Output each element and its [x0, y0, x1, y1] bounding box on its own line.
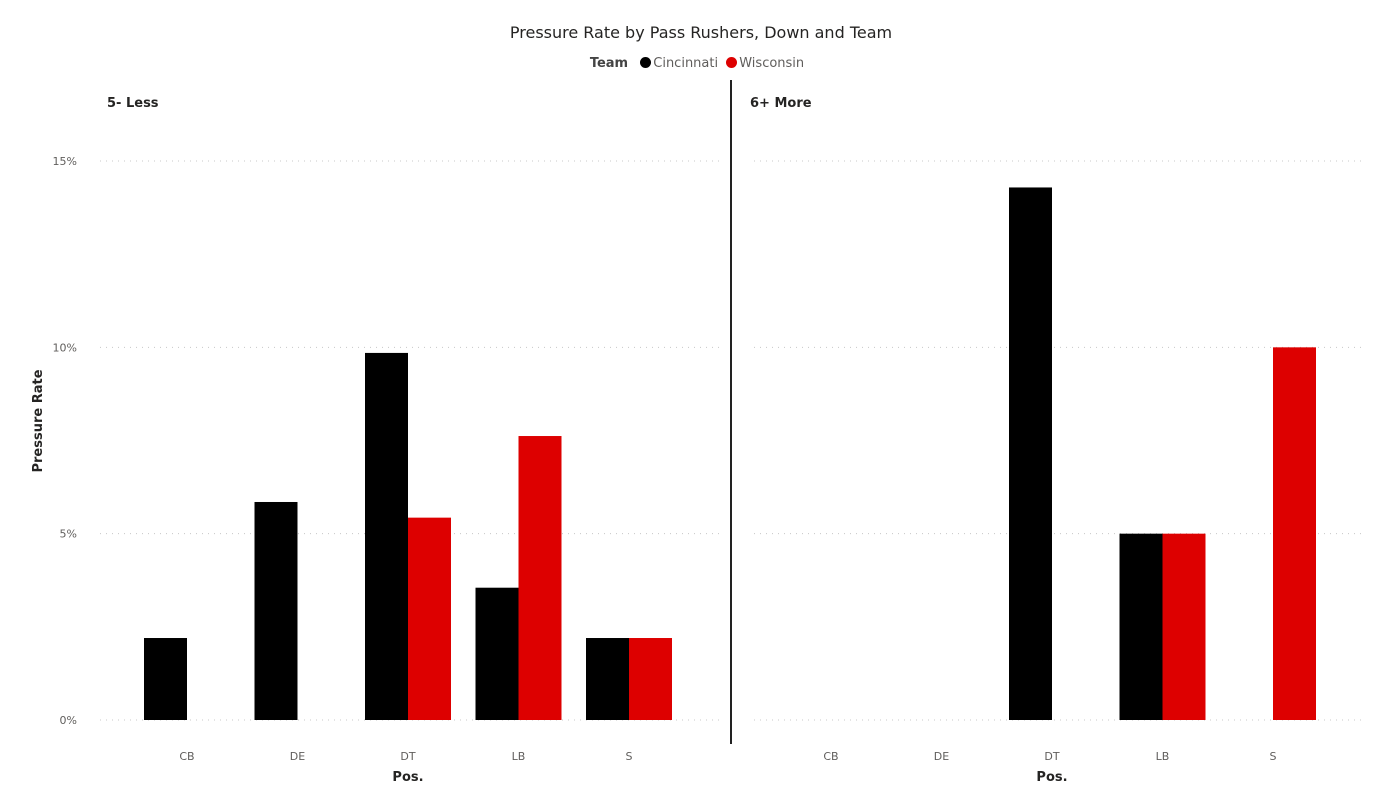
bar-cincinnati-s[interactable] [586, 638, 629, 720]
bar-cincinnati-dt[interactable] [1009, 187, 1052, 720]
x-axis-title: Pos. [1036, 770, 1067, 785]
y-tick-label: 5% [60, 528, 77, 541]
bar-wisconsin-s[interactable] [629, 638, 672, 720]
bar-wisconsin-lb[interactable] [1162, 533, 1206, 720]
bar-cincinnati-lb[interactable] [1119, 533, 1163, 720]
y-tick-label: 15% [53, 155, 77, 168]
x-tick-label: LB [1156, 750, 1170, 763]
y-tick-label: 0% [60, 714, 77, 727]
bar-cincinnati-de[interactable] [254, 501, 298, 720]
bar-wisconsin-s[interactable] [1273, 347, 1316, 720]
x-tick-label: DT [400, 750, 415, 763]
bar-cincinnati-dt[interactable] [365, 352, 408, 720]
y-tick-label: 10% [53, 341, 77, 354]
x-tick-label: CB [823, 750, 838, 763]
bar-wisconsin-dt[interactable] [408, 517, 451, 720]
bar-cincinnati-lb[interactable] [475, 587, 519, 720]
x-tick-label: DE [934, 750, 949, 763]
y-axis-title: Pressure Rate [31, 369, 46, 472]
bar-cincinnati-cb[interactable] [144, 638, 187, 720]
x-tick-label: DT [1044, 750, 1059, 763]
x-tick-label: S [1270, 750, 1277, 763]
panel-label: 6+ More [750, 96, 812, 111]
panel-label: 5- Less [107, 96, 159, 111]
bar-wisconsin-lb[interactable] [518, 436, 562, 720]
x-tick-label: LB [512, 750, 526, 763]
x-tick-label: S [626, 750, 633, 763]
x-axis-title: Pos. [392, 770, 423, 785]
x-tick-label: DE [290, 750, 305, 763]
x-tick-label: CB [179, 750, 194, 763]
chart-area: 0% 5% 10% 15% 5- Less CB DE DT LB S Pos. 6+ More CB D… [31, 80, 1365, 785]
